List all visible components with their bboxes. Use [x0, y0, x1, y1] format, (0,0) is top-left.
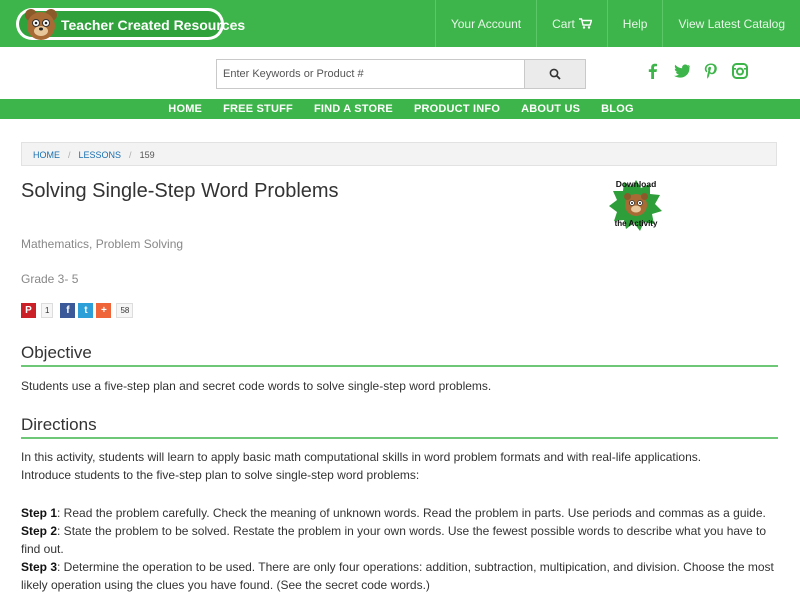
- top-header: Teacher Created Resources Your Account C…: [0, 0, 800, 47]
- directions-intro: In this activity, students will learn to…: [21, 448, 781, 484]
- download-badge-icon: Download the Activity: [609, 179, 662, 231]
- directions-intro-line-2: Introduce students to the five-step plan…: [21, 468, 420, 482]
- logo-badge: Teacher Created Resources: [19, 9, 245, 40]
- nav-product-info[interactable]: PRODUCT INFO: [414, 99, 500, 119]
- cart-link[interactable]: Cart: [536, 0, 607, 47]
- site-logo[interactable]: Teacher Created Resources: [16, 8, 245, 40]
- cart-icon: [578, 18, 592, 29]
- breadcrumb: HOME / LESSONS / 159: [21, 142, 777, 166]
- objective-text: Students use a five-step plan and secret…: [21, 379, 492, 393]
- instagram-icon[interactable]: [731, 62, 749, 80]
- nav-blog[interactable]: BLOG: [601, 99, 634, 119]
- badge-line-2: the Activity: [615, 219, 658, 228]
- logo-text: Teacher Created Resources: [61, 17, 246, 33]
- step-text: : Determine the operation to be used. Th…: [21, 560, 774, 592]
- step-label: Step 1: [21, 506, 58, 520]
- directions-intro-line-1: In this activity, students will learn to…: [21, 450, 702, 464]
- addthis-share-icon[interactable]: +: [96, 303, 112, 318]
- page-title: Solving Single-Step Word Problems: [21, 180, 339, 202]
- your-account-link[interactable]: Your Account: [434, 0, 536, 47]
- main-nav: HOME FREE STUFF FIND A STORE PRODUCT INF…: [0, 99, 800, 119]
- directions-heading: Directions: [21, 415, 778, 439]
- search-icon: [549, 68, 561, 80]
- badge-line-1: Download: [616, 179, 657, 189]
- lesson-subject: Mathematics, Problem Solving: [21, 237, 184, 251]
- step-item: Step 1: Read the problem carefully. Chec…: [21, 504, 781, 522]
- nav-find-a-store[interactable]: FIND A STORE: [314, 99, 393, 119]
- download-activity-button[interactable]: Download the Activity: [606, 176, 666, 234]
- bear-mascot-icon: [25, 9, 57, 40]
- pinterest-share-icon[interactable]: P: [21, 303, 36, 318]
- step-item: Step 2: State the problem to be solved. …: [21, 522, 781, 558]
- search-bar: [216, 59, 586, 89]
- step-label: Step 3: [21, 560, 58, 574]
- view-catalog-link[interactable]: View Latest Catalog: [662, 0, 800, 47]
- facebook-icon[interactable]: [644, 62, 662, 80]
- share-bar: P 1 f t + 58: [21, 303, 137, 318]
- nav-home[interactable]: HOME: [168, 99, 202, 119]
- search-input[interactable]: [217, 60, 529, 88]
- share-total-count: 58: [116, 303, 134, 318]
- objective-heading: Objective: [21, 343, 778, 367]
- step-text: : State the problem to be solved. Restat…: [21, 524, 767, 556]
- breadcrumb-current: 159: [139, 150, 155, 160]
- nav-free-stuff[interactable]: FREE STUFF: [223, 99, 293, 119]
- facebook-share-icon[interactable]: f: [60, 303, 76, 318]
- pinterest-icon[interactable]: [702, 62, 720, 80]
- pinterest-share-count: 1: [41, 303, 54, 318]
- top-nav: Your Account Cart Help View Latest Catal…: [434, 0, 800, 47]
- help-link[interactable]: Help: [606, 0, 663, 47]
- breadcrumb-lessons[interactable]: LESSONS: [79, 150, 122, 160]
- step-text: : Read the problem carefully. Check the …: [57, 506, 766, 520]
- search-button[interactable]: [524, 60, 585, 88]
- breadcrumb-separator: /: [129, 150, 132, 160]
- step-label: Step 2: [21, 524, 58, 538]
- twitter-icon[interactable]: [673, 62, 691, 80]
- directions-steps: Step 1: Read the problem carefully. Chec…: [21, 504, 781, 594]
- lesson-grade: Grade 3- 5: [21, 272, 79, 286]
- step-item: Step 3: Determine the operation to be us…: [21, 558, 781, 594]
- nav-about-us[interactable]: ABOUT US: [521, 99, 580, 119]
- cart-label: Cart: [552, 16, 575, 31]
- breadcrumb-separator: /: [68, 150, 71, 160]
- social-links: [644, 62, 749, 80]
- breadcrumb-home[interactable]: HOME: [33, 150, 60, 160]
- twitter-share-icon[interactable]: t: [78, 303, 94, 318]
